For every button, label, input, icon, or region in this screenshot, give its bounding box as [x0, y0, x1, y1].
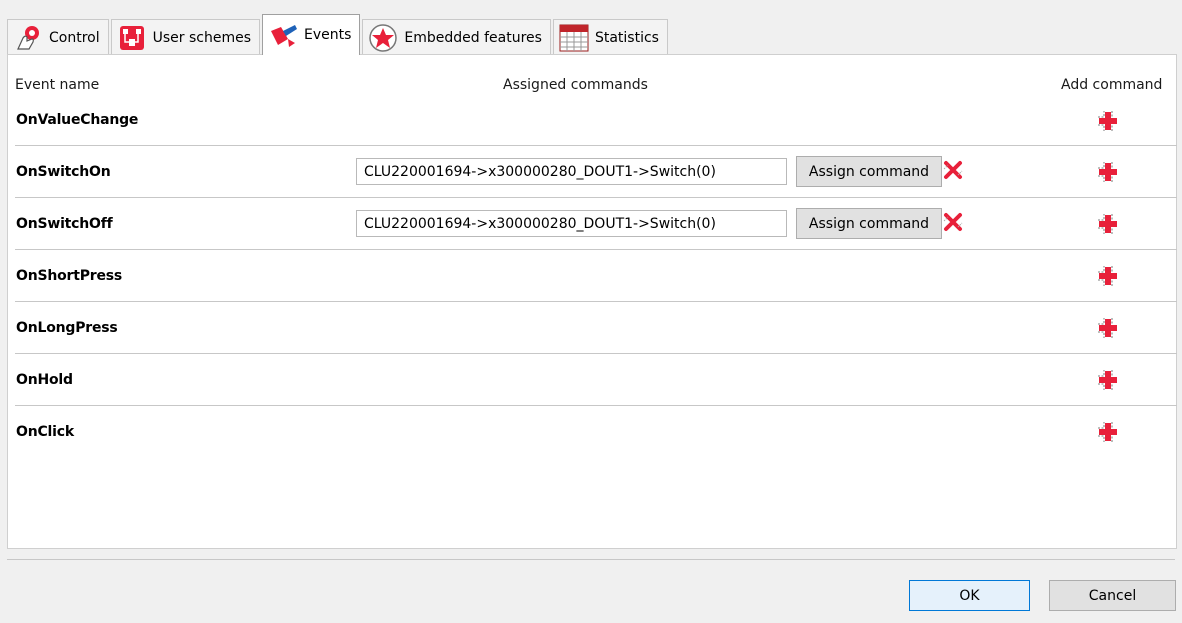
- add-command-icon[interactable]: [1096, 368, 1120, 392]
- user-schemes-icon: [117, 23, 147, 53]
- add-command-icon[interactable]: [1096, 316, 1120, 340]
- event-name: OnClick: [16, 424, 74, 440]
- tab-label: Control: [49, 29, 100, 46]
- add-command-icon[interactable]: [1096, 109, 1120, 133]
- header-event-name: Event name: [15, 77, 100, 93]
- event-row-onswitchoff: OnSwitchOff Assign command: [15, 198, 1177, 250]
- event-row-onvaluechange: OnValueChange: [15, 95, 1177, 146]
- event-row-onlongpress: OnLongPress: [15, 302, 1177, 354]
- tab-events[interactable]: Events: [262, 14, 361, 55]
- events-pen-icon: [268, 20, 298, 50]
- header-add-command: Add command: [1061, 77, 1163, 93]
- event-name: OnLongPress: [16, 319, 118, 336]
- event-name: OnSwitchOn: [16, 163, 111, 180]
- star-badge-icon: [368, 23, 398, 53]
- event-name: OnValueChange: [16, 112, 139, 128]
- add-command-icon[interactable]: [1096, 264, 1120, 288]
- event-row-onhold: OnHold: [15, 354, 1177, 406]
- footer-separator: [7, 559, 1175, 560]
- tab-control[interactable]: Control: [7, 19, 109, 55]
- calendar-table-icon: [559, 23, 589, 53]
- add-command-icon[interactable]: [1096, 420, 1120, 444]
- events-panel: Event name Assigned commands Add command…: [7, 54, 1177, 549]
- touch-hand-icon: [13, 23, 43, 53]
- ok-button[interactable]: OK: [909, 580, 1030, 611]
- tab-label: Events: [304, 27, 352, 43]
- cancel-button[interactable]: Cancel: [1049, 580, 1176, 611]
- tab-embedded-features[interactable]: Embedded features: [362, 19, 551, 55]
- add-command-icon[interactable]: [1096, 212, 1120, 236]
- remove-command-icon[interactable]: [942, 211, 964, 233]
- tab-label: User schemes: [152, 29, 251, 46]
- event-row-onshortpress: OnShortPress: [15, 250, 1177, 302]
- tab-user-schemes[interactable]: User schemes: [110, 19, 260, 55]
- event-name: OnSwitchOff: [16, 215, 113, 232]
- event-row-onswitchon: OnSwitchOn Assign command: [15, 146, 1177, 198]
- tab-bar: Control User schemes Events Embedded fea…: [7, 14, 670, 55]
- tab-statistics[interactable]: Statistics: [552, 19, 668, 55]
- assign-command-button[interactable]: Assign command: [796, 156, 942, 187]
- remove-command-icon[interactable]: [942, 159, 964, 181]
- event-name: OnHold: [16, 371, 73, 388]
- assign-command-button[interactable]: Assign command: [796, 208, 942, 239]
- tab-label: Embedded features: [404, 29, 542, 46]
- event-name: OnShortPress: [16, 267, 123, 284]
- event-row-onclick: OnClick: [15, 406, 1177, 458]
- header-assigned-commands: Assigned commands: [503, 77, 648, 93]
- assigned-command-field[interactable]: [356, 158, 787, 185]
- add-command-icon[interactable]: [1096, 160, 1120, 184]
- assigned-command-field[interactable]: [356, 210, 787, 237]
- tab-label: Statistics: [594, 29, 659, 46]
